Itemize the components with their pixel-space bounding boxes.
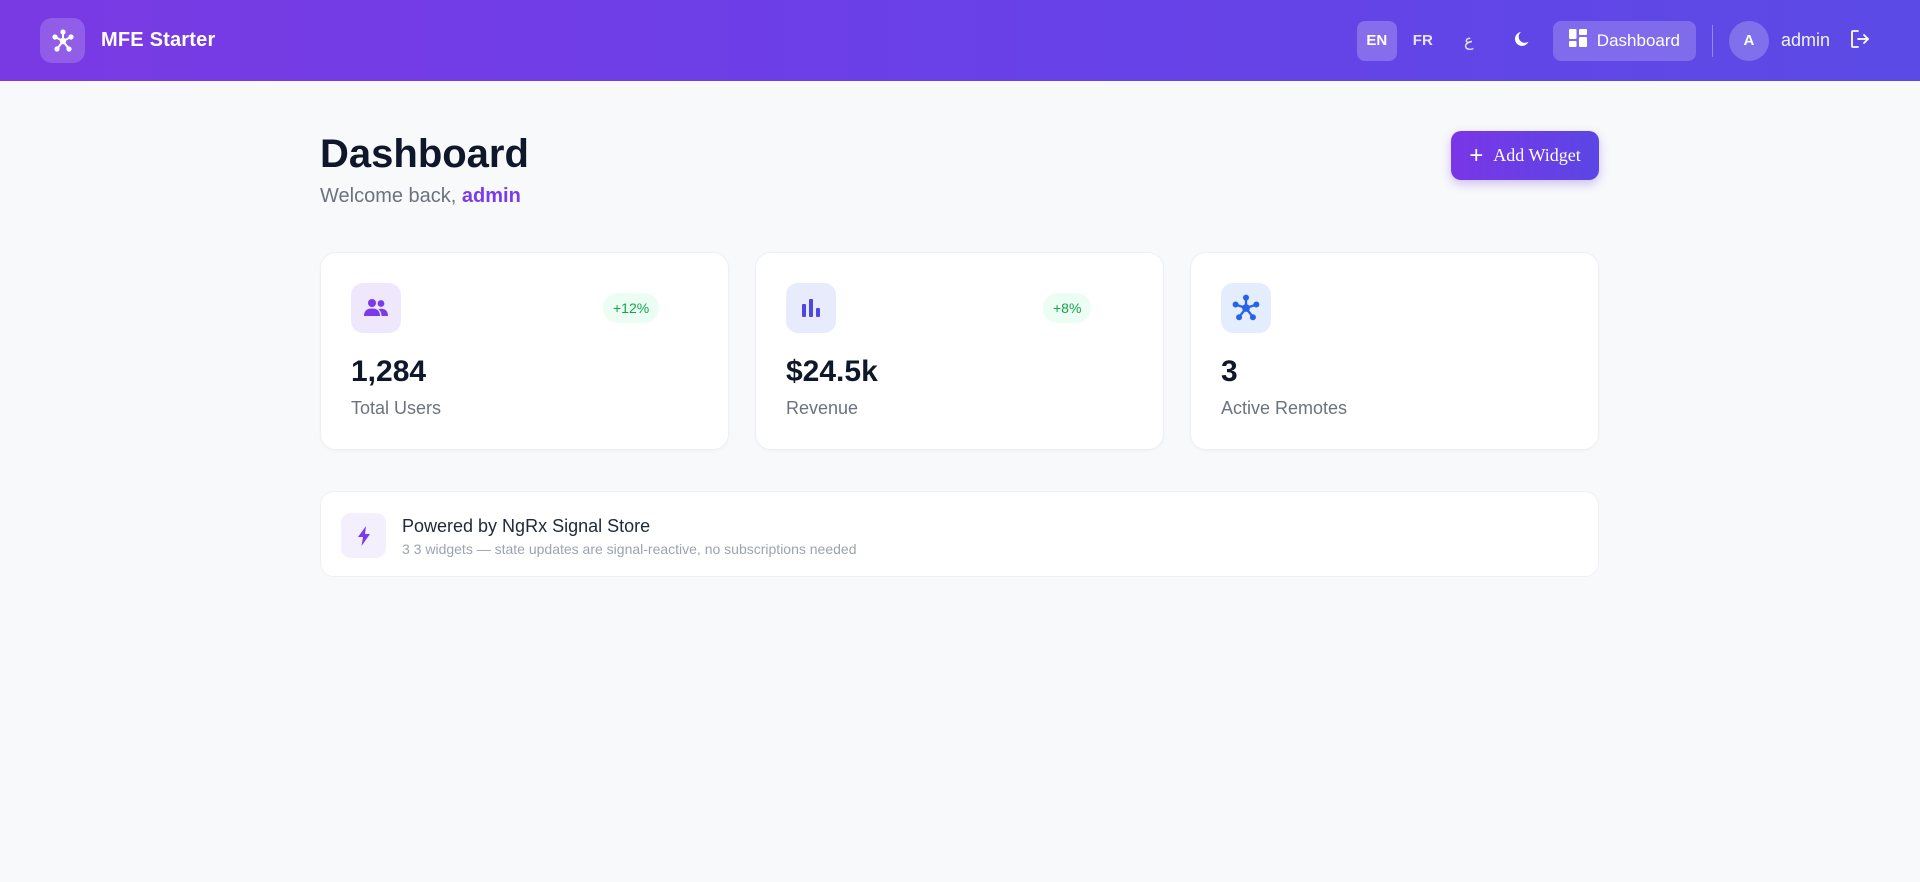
brand[interactable]: MFE Starter (40, 18, 215, 63)
stat-label: Active Remotes (1221, 398, 1348, 418)
stat-value: $24.5k (786, 355, 878, 388)
page-title: Dashboard (320, 132, 529, 176)
stat-value: 1,284 (351, 355, 427, 388)
avatar[interactable]: A (1728, 20, 1769, 61)
users-icon (351, 283, 401, 333)
stat-change-badge: +8% (1043, 293, 1092, 323)
bar-chart-icon (786, 283, 836, 333)
lang-ar-button[interactable]: ع (1449, 21, 1489, 61)
lang-fr-button[interactable]: FR (1403, 21, 1443, 61)
nav-dashboard-label: Dashboard (1596, 30, 1680, 50)
brand-title: MFE Starter (101, 29, 216, 51)
top-header: MFE Starter EN FR ع Dashboard A admin (0, 0, 1920, 81)
dashboard-grid-icon (1568, 29, 1587, 52)
welcome-prefix: Welcome back, (320, 185, 462, 207)
info-banner: Powered by NgRx Signal Store 3 3 widgets… (320, 491, 1599, 577)
stat-label: Revenue (786, 398, 859, 418)
lang-en-button[interactable]: EN (1356, 20, 1397, 61)
stat-change-badge: +12% (603, 293, 660, 323)
add-widget-button[interactable]: + Add Widget (1451, 131, 1599, 180)
add-widget-label: Add Widget (1493, 145, 1581, 165)
info-title: Powered by NgRx Signal Store (402, 516, 651, 536)
hub-icon (1221, 283, 1271, 333)
header-actions: EN FR ع Dashboard A admin (1356, 20, 1880, 61)
plus-icon: + (1469, 141, 1484, 169)
user-menu[interactable]: A admin (1728, 20, 1830, 61)
stat-card-total-users: +12% 1,284 Total Users (320, 252, 729, 450)
language-switcher: EN FR ع (1356, 20, 1489, 61)
welcome-username: admin (461, 185, 521, 207)
username: admin (1780, 30, 1830, 50)
nav-dashboard-button[interactable]: Dashboard (1552, 20, 1696, 61)
hub-logo-icon (40, 18, 85, 63)
header-divider (1711, 24, 1713, 57)
stat-label: Total Users (351, 398, 442, 418)
theme-toggle-button[interactable] (1503, 21, 1543, 61)
stat-value: 3 (1221, 355, 1238, 388)
logout-button[interactable] (1840, 21, 1880, 61)
welcome-message: Welcome back, admin (320, 185, 521, 208)
moon-icon (1513, 29, 1533, 52)
bolt-icon (341, 513, 386, 558)
info-subtitle: 3 3 widgets — state updates are signal-r… (402, 541, 857, 557)
stat-card-revenue: +8% $24.5k Revenue (755, 252, 1164, 450)
stat-card-active-remotes: 3 Active Remotes (1190, 252, 1599, 450)
logout-icon (1849, 28, 1871, 53)
